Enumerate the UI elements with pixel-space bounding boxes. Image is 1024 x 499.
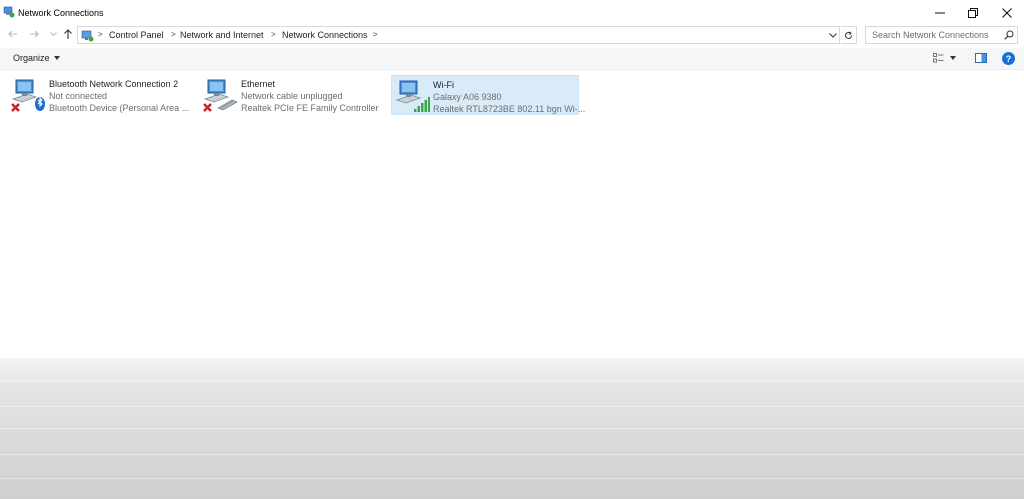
connection-item-bluetooth[interactable]: Bluetooth Network Connection 2 Not conne…: [8, 75, 190, 115]
back-arrow-icon: [8, 30, 17, 38]
connection-device: Realtek RTL8723BE 802.11 bgn Wi-...: [433, 104, 586, 114]
connection-text: Wi-Fi Galaxy A06 9380 Realtek RTL8723BE …: [433, 79, 585, 115]
connection-name: Wi-Fi: [433, 80, 454, 90]
connection-device: Realtek PCIe FE Family Controller: [241, 103, 379, 113]
caret-down-icon: [950, 56, 956, 60]
restore-button[interactable]: [956, 0, 989, 25]
breadcrumb-control-panel[interactable]: Control Panel: [109, 30, 164, 40]
close-icon: [1001, 7, 1012, 18]
breadcrumb-network-connections[interactable]: Network Connections: [282, 30, 368, 40]
minimize-icon: [934, 12, 945, 13]
search-input[interactable]: Search Network Connections: [865, 26, 1018, 44]
connection-item-wifi[interactable]: Wi-Fi Galaxy A06 9380 Realtek RTL8723BE …: [391, 75, 585, 115]
background-stripe: [0, 478, 1024, 479]
help-button[interactable]: ?: [1002, 52, 1015, 65]
window-title: Network Connections: [18, 8, 104, 18]
organize-label: Organize: [13, 53, 50, 63]
breadcrumb-network-and-internet[interactable]: Network and Internet: [180, 30, 264, 40]
forward-button[interactable]: [27, 27, 41, 41]
connection-device: Bluetooth Device (Personal Area ...: [49, 103, 190, 113]
up-arrow-icon: [64, 28, 72, 39]
caret-down-icon: [53, 56, 60, 60]
breadcrumb-separator[interactable]: >: [171, 30, 176, 39]
breadcrumb-separator[interactable]: >: [373, 30, 378, 39]
connection-name: Ethernet: [241, 79, 276, 89]
wifi-network-icon: [395, 80, 430, 112]
background-stripe: [0, 380, 1024, 381]
address-bar[interactable]: > Control Panel > Network and Internet >…: [77, 26, 840, 44]
background-stripe: [0, 406, 1024, 407]
chevron-down-icon: [49, 31, 57, 36]
restore-icon: [967, 7, 978, 18]
change-view-button[interactable]: [933, 53, 956, 63]
close-button[interactable]: [990, 0, 1023, 25]
back-button[interactable]: [6, 27, 20, 41]
preview-pane-button[interactable]: [975, 53, 987, 65]
breadcrumb-separator[interactable]: >: [271, 30, 276, 39]
address-row: > Control Panel > Network and Internet >…: [0, 25, 1024, 45]
connection-name: Bluetooth Network Connection 2: [49, 79, 179, 89]
bluetooth-network-icon: [11, 79, 45, 112]
connection-text: Ethernet Network cable unplugged Realtek…: [241, 78, 379, 114]
desktop-background: [0, 358, 1024, 499]
view-options-icon: [933, 53, 944, 63]
background-stripe: [0, 454, 1024, 455]
connection-status: Galaxy A06 9380: [433, 92, 502, 102]
help-icon: ?: [1005, 53, 1012, 64]
connection-status: Network cable unplugged: [241, 91, 343, 101]
address-history-button[interactable]: [827, 29, 839, 42]
breadcrumb-separator: >: [98, 30, 103, 39]
connection-status: Not connected: [49, 91, 108, 101]
command-bar: Organize ?: [0, 48, 1024, 70]
network-connections-icon: [3, 6, 15, 18]
recent-locations-button[interactable]: [46, 27, 60, 41]
chevron-down-icon: [829, 33, 837, 38]
connection-item-ethernet[interactable]: Ethernet Network cable unplugged Realtek…: [200, 75, 380, 115]
forward-arrow-icon: [30, 30, 39, 38]
ethernet-network-icon: [203, 79, 238, 112]
control-panel-icon: [81, 30, 94, 42]
title-bar[interactable]: Network Connections: [0, 0, 1024, 25]
background-stripe: [0, 428, 1024, 429]
explorer-window: Network Connections > Control Panel > Ne…: [0, 0, 1024, 358]
organize-button[interactable]: Organize: [13, 53, 60, 63]
preview-pane-icon: [975, 53, 987, 63]
connection-text: Bluetooth Network Connection 2 Not conne…: [49, 78, 189, 114]
search-icon[interactable]: [1004, 30, 1014, 40]
up-button[interactable]: [61, 27, 75, 41]
refresh-button[interactable]: [841, 26, 857, 44]
minimize-button[interactable]: [923, 0, 956, 25]
search-placeholder: Search Network Connections: [872, 30, 989, 40]
refresh-icon: [845, 30, 853, 39]
